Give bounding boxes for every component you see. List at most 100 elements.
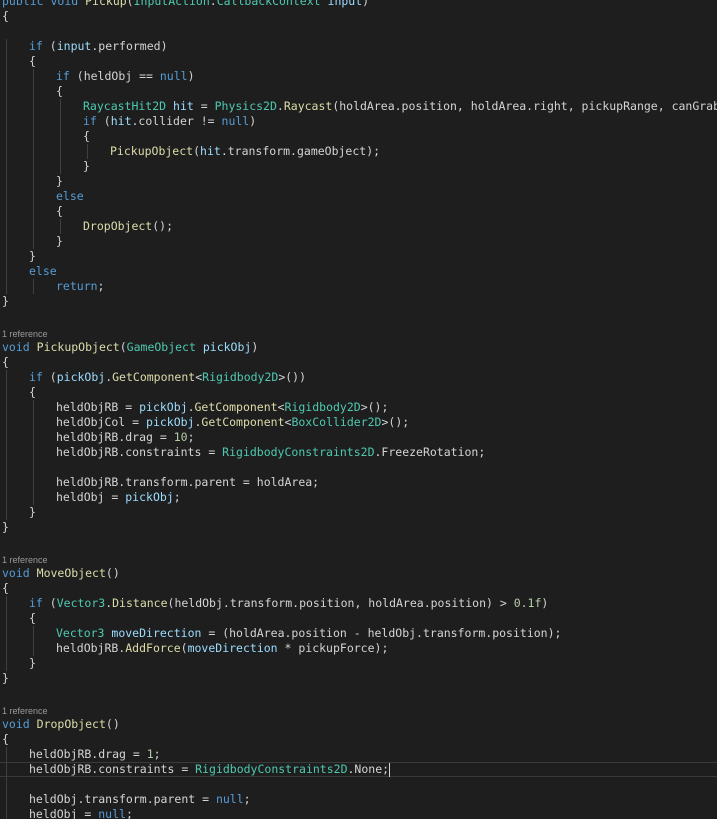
code-token: heldObjRB = <box>56 400 140 414</box>
code-token: pickObj <box>146 415 195 429</box>
code-token: CallbackContext <box>216 0 321 8</box>
code-line: } <box>29 249 36 264</box>
code-token: void <box>50 0 79 8</box>
code-line: heldObjRB.constraints = RigidbodyConstra… <box>56 445 485 460</box>
code-token: input <box>56 39 92 53</box>
code-token: GameObject <box>126 340 196 354</box>
code-line: } <box>56 174 63 189</box>
code-token: heldObj = <box>29 807 99 819</box>
code-line: public void Pickup(InputAction.CallbackC… <box>2 0 369 9</box>
code-line: heldObjRB.drag = 10; <box>56 430 195 445</box>
code-line: { <box>29 611 36 626</box>
code-token: heldObjRB. <box>56 641 126 655</box>
code-token: (heldObj.transform.position, holdArea.po… <box>167 596 514 610</box>
code-token: . <box>187 400 195 414</box>
code-token: } <box>56 174 63 188</box>
code-token: DropObject <box>83 219 153 233</box>
code-token: hit <box>200 144 221 158</box>
text-cursor <box>389 763 391 777</box>
code-token: void <box>2 566 30 580</box>
code-token: Distance <box>112 596 168 610</box>
code-token: Pickup <box>85 0 127 8</box>
code-token: hit <box>110 114 132 128</box>
code-token: * pickupForce); <box>277 641 389 655</box>
code-token: } <box>29 249 36 263</box>
code-token: .performed) <box>91 39 168 53</box>
code-token: GetComponent <box>112 370 196 384</box>
code-token: heldObjRB.drag = <box>29 747 147 761</box>
code-token: () <box>105 717 120 731</box>
code-token: ( <box>96 114 111 128</box>
code-token: heldObjRB.drag = <box>56 430 174 444</box>
code-line: heldObjRB = pickObj.GetComponent<Rigidbo… <box>56 400 388 415</box>
code-token: Raycast <box>283 99 333 113</box>
code-line: { <box>56 204 63 219</box>
codelens-references[interactable]: 1 reference <box>2 329 48 340</box>
indent-guide <box>33 626 34 656</box>
code-token: ) <box>249 114 257 128</box>
code-line: return; <box>56 279 104 294</box>
code-token: RaycastHit2D <box>83 99 167 113</box>
code-token: { <box>29 385 36 399</box>
code-token: = (holdArea.position - heldObj.transform… <box>201 626 562 640</box>
code-token: if <box>83 114 97 128</box>
code-line: if (hit.collider != null) <box>83 114 256 129</box>
code-token: { <box>2 355 9 369</box>
code-line: heldObjCol = pickObj.GetComponent<BoxCol… <box>56 415 409 430</box>
code-token: pickObj <box>56 370 106 384</box>
code-token: { <box>2 732 9 746</box>
code-line: { <box>83 129 90 144</box>
code-token: >(); <box>381 415 410 429</box>
code-line: void MoveObject() <box>2 566 120 581</box>
code-token: heldObjRB.transform.parent = holdArea; <box>56 475 320 489</box>
code-token: input <box>327 0 363 8</box>
code-line: heldObj = null; <box>29 807 133 819</box>
code-line: heldObjRB.constraints = RigidbodyConstra… <box>29 762 389 777</box>
code-token: 1 <box>146 747 154 761</box>
code-token: } <box>2 520 9 534</box>
code-token: { <box>83 129 90 143</box>
code-token: return <box>56 279 98 293</box>
code-token: ; <box>173 490 181 504</box>
code-token: if <box>29 39 43 53</box>
code-token: { <box>2 581 9 595</box>
code-line: void DropObject() <box>2 717 120 732</box>
code-token: DropObject <box>36 717 106 731</box>
indent-guide <box>6 596 7 671</box>
code-line: heldObj.transform.parent = null; <box>29 792 251 807</box>
codelens-references[interactable]: 1 reference <box>2 706 48 717</box>
code-token: 10 <box>173 430 188 444</box>
code-token: { <box>29 54 36 68</box>
indent-guide <box>60 219 61 234</box>
code-line: } <box>83 159 90 174</box>
code-line: { <box>29 385 36 400</box>
code-token: heldObjRB.constraints = <box>29 762 196 776</box>
code-token: } <box>29 656 36 670</box>
codelens-references[interactable]: 1 reference <box>2 555 48 566</box>
code-token: heldObj.transform.parent = <box>29 792 216 806</box>
indent-guide <box>6 39 7 294</box>
code-line: { <box>2 9 9 24</box>
code-line: { <box>2 581 9 596</box>
code-token: ( <box>42 370 57 384</box>
code-token: ( <box>193 144 201 158</box>
code-token: (); <box>152 219 174 233</box>
code-token: pickObj <box>125 490 174 504</box>
code-token: Rigidbody2D <box>284 400 361 414</box>
indent-guide <box>33 69 34 249</box>
code-line: if (pickObj.GetComponent<Rigidbody2D>()) <box>29 370 306 385</box>
code-token: heldObjCol = <box>56 415 147 429</box>
code-token: = <box>193 99 215 113</box>
code-token: . <box>276 99 284 113</box>
code-token: void <box>2 340 30 354</box>
code-token: ) <box>251 340 259 354</box>
code-token: ; <box>97 279 105 293</box>
code-line: else <box>56 189 84 204</box>
code-line: heldObjRB.transform.parent = holdArea; <box>56 475 319 490</box>
code-line: RaycastHit2D hit = Physics2D.Raycast(hol… <box>83 99 717 114</box>
code-token: < <box>277 400 285 414</box>
code-editor[interactable]: public void Pickup(InputAction.CallbackC… <box>0 0 717 819</box>
